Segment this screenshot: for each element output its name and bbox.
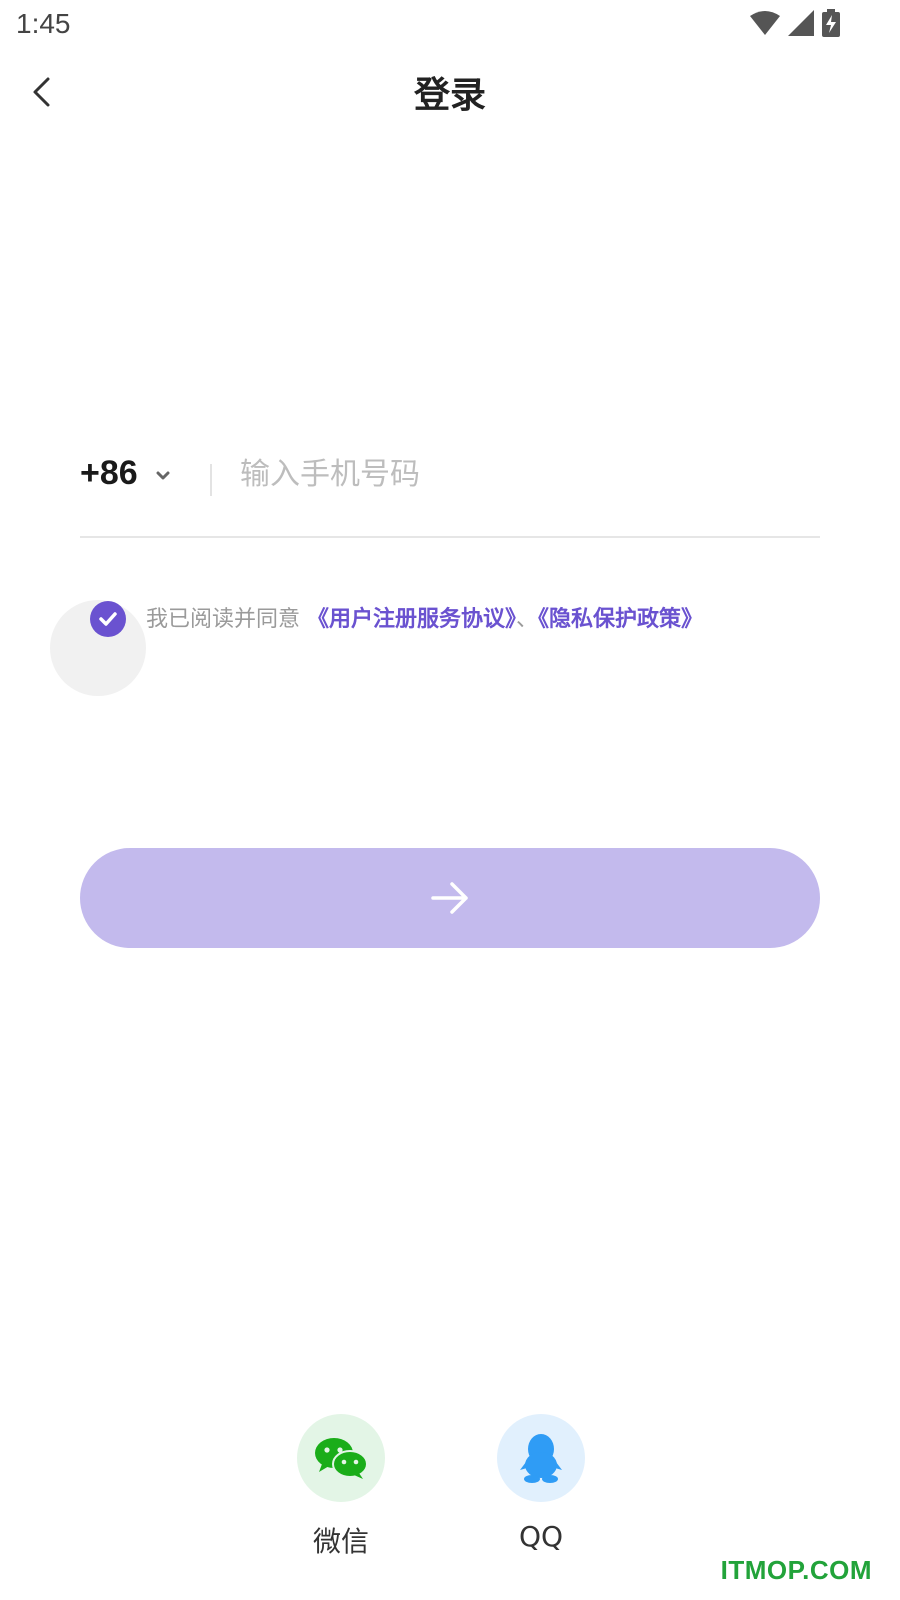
qq-penguin-icon xyxy=(520,1434,562,1483)
qq-label: QQ xyxy=(518,1520,564,1553)
agreement-text: 我已阅读并同意 《用户注册服务协议》、《隐私保护政策》 xyxy=(146,604,703,636)
status-time: 1:45 xyxy=(16,8,71,39)
chevron-down-icon xyxy=(156,471,170,479)
chevron-left-icon xyxy=(33,77,50,107)
page-title: 登录 xyxy=(413,75,486,116)
phone-number-input[interactable] xyxy=(240,446,800,502)
agreement-separator: 、 xyxy=(516,607,539,632)
status-icons xyxy=(750,8,840,38)
wechat-label: 微信 xyxy=(312,1525,369,1558)
input-divider xyxy=(210,464,212,496)
check-icon xyxy=(99,612,117,626)
battery-charging-icon xyxy=(822,9,840,37)
phone-input-row: +86 xyxy=(80,440,820,538)
wifi-icon xyxy=(750,11,780,35)
country-code-label: +86 xyxy=(80,454,138,492)
signal-icon xyxy=(788,10,814,36)
watermark: ITMOP.COM xyxy=(720,1555,872,1585)
back-button[interactable] xyxy=(22,68,62,116)
wechat-icon xyxy=(315,1438,368,1479)
agreement-checkbox[interactable] xyxy=(90,601,126,637)
wechat-login-button[interactable] xyxy=(297,1414,385,1502)
submit-button[interactable] xyxy=(80,848,820,948)
arrow-right-icon xyxy=(431,882,468,914)
country-code-selector[interactable]: +86 xyxy=(80,454,170,493)
terms-link[interactable]: 《用户注册服务协议》 xyxy=(307,607,516,632)
agreement-prefix: 我已阅读并同意 xyxy=(146,607,301,632)
qq-login: QQ xyxy=(486,1414,596,1553)
qq-login-button[interactable] xyxy=(497,1414,585,1502)
privacy-link[interactable]: 《隐私保护政策》 xyxy=(538,607,703,632)
wechat-login: 微信 xyxy=(286,1414,396,1560)
